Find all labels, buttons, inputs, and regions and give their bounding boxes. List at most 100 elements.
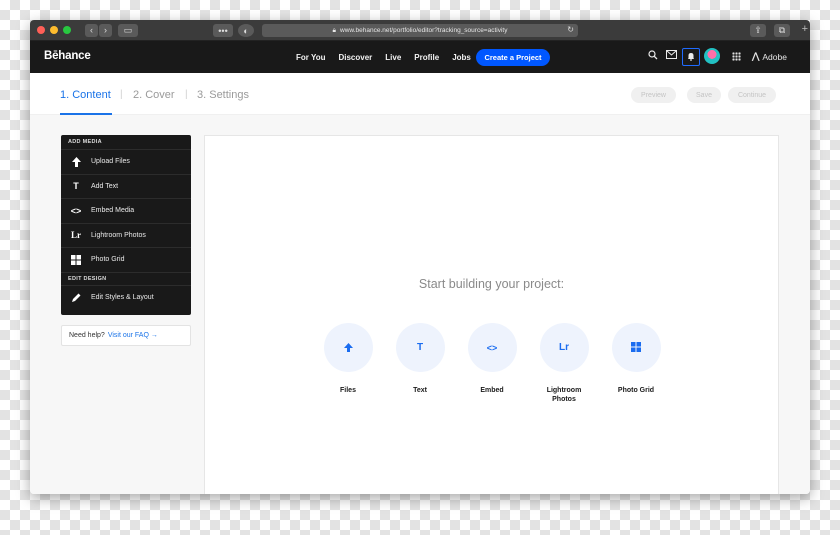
back-button[interactable]: ‹ bbox=[85, 23, 98, 37]
upload-arrow-icon bbox=[70, 156, 82, 168]
history-buttons: ‹ › bbox=[85, 23, 112, 37]
step-separator: | bbox=[185, 89, 188, 100]
grid-icon bbox=[70, 254, 82, 266]
sidebar-icon: ▭ bbox=[123, 24, 133, 35]
lightroom-icon: Lr bbox=[71, 230, 81, 241]
embed-option[interactable]: <> Embed bbox=[462, 323, 522, 395]
behance-logo[interactable]: Bēhance bbox=[44, 50, 91, 62]
text-option[interactable]: T Text bbox=[390, 323, 450, 395]
pencil-icon bbox=[70, 291, 82, 303]
edit-styles-label: Edit Styles & Layout bbox=[91, 293, 154, 301]
continue-button[interactable]: Continue bbox=[728, 87, 776, 103]
nav-item-jobs[interactable]: Jobs bbox=[452, 53, 471, 62]
chevron-left-icon: ‹ bbox=[90, 25, 93, 35]
reload-icon[interactable]: ↻ bbox=[567, 25, 574, 34]
photo-grid-option[interactable]: Photo Grid bbox=[606, 323, 666, 395]
embed-media-button[interactable]: <> Embed Media bbox=[61, 198, 191, 223]
chevron-right-icon: › bbox=[104, 25, 107, 35]
add-text-button[interactable]: T Add Text bbox=[61, 173, 191, 199]
editor-steps-bar: 1. Content | 2. Cover | 3. Settings Prev… bbox=[30, 73, 810, 115]
shield-icon: ◐ bbox=[243, 25, 249, 36]
plus-icon: + bbox=[801, 23, 808, 35]
faq-link[interactable]: Visit our FAQ → bbox=[108, 332, 158, 339]
step-content-tab[interactable]: 1. Content bbox=[60, 89, 111, 101]
site-header: Bēhance For You Discover Live Profile Jo… bbox=[30, 41, 810, 73]
main-nav: For You Discover Live Profile Jobs bbox=[296, 41, 471, 73]
edit-styles-button[interactable]: Edit Styles & Layout bbox=[61, 284, 191, 310]
preview-button[interactable]: Preview bbox=[631, 87, 676, 103]
edit-design-heading: EDIT DESIGN bbox=[61, 271, 191, 285]
add-media-heading: ADD MEDIA bbox=[68, 139, 102, 145]
close-window-button[interactable] bbox=[37, 26, 45, 34]
sidebar-toggle-button[interactable]: ▭ bbox=[118, 23, 138, 37]
browser-window: ‹ › ▭ ••• ◐ 🔒︎ www.behance.net/portfolio… bbox=[30, 20, 810, 494]
text-t-icon: T bbox=[416, 342, 424, 353]
tabs-overview-button[interactable]: ⧉ bbox=[774, 24, 790, 37]
step-settings-tab[interactable]: 3. Settings bbox=[197, 89, 249, 101]
lightroom-photos-button[interactable]: Lr Lightroom Photos bbox=[61, 222, 191, 248]
files-option-circle[interactable] bbox=[323, 323, 373, 372]
lightroom-option-label: Lightroom Photos bbox=[546, 387, 582, 403]
files-option[interactable]: Files bbox=[318, 323, 378, 395]
lightroom-icon: Lr bbox=[559, 342, 569, 353]
photo-grid-option-label: Photo Grid bbox=[617, 387, 655, 394]
forward-button[interactable]: › bbox=[99, 23, 112, 37]
upload-files-button[interactable]: Upload Files bbox=[61, 149, 191, 174]
code-brackets-icon: <> bbox=[70, 205, 82, 216]
upload-files-label: Upload Files bbox=[91, 158, 130, 166]
canvas-title: Start building your project: bbox=[418, 277, 565, 291]
photo-grid-button[interactable]: Photo Grid bbox=[61, 247, 191, 272]
lock-icon: 🔒︎ bbox=[332, 26, 336, 34]
photo-grid-label: Photo Grid bbox=[91, 256, 125, 264]
avatar[interactable] bbox=[704, 48, 720, 64]
help-text: Need help? bbox=[69, 332, 105, 339]
notifications-button[interactable] bbox=[682, 48, 700, 66]
nav-item-discover[interactable]: Discover bbox=[338, 53, 372, 62]
privacy-button[interactable]: ◐ bbox=[238, 24, 254, 37]
new-tab-button[interactable]: + bbox=[802, 23, 808, 35]
project-canvas: Start building your project: Files T Tex… bbox=[204, 135, 779, 494]
address-bar[interactable]: 🔒︎ www.behance.net/portfolio/editor?trac… bbox=[262, 24, 578, 37]
ellipsis-icon: ••• bbox=[218, 25, 228, 36]
step-cover-tab[interactable]: 2. Cover bbox=[133, 89, 175, 101]
lightroom-photos-label: Lightroom Photos bbox=[91, 231, 146, 239]
apps-grid-icon[interactable] bbox=[732, 52, 741, 61]
lightroom-option-circle[interactable]: Lr bbox=[539, 323, 589, 372]
search-icon[interactable] bbox=[648, 50, 658, 63]
embed-media-label: Embed Media bbox=[91, 207, 135, 215]
nav-item-profile[interactable]: Profile bbox=[414, 53, 439, 62]
bell-icon bbox=[687, 52, 695, 63]
share-button[interactable]: ⇪ bbox=[750, 24, 766, 37]
adobe-link[interactable]: ⋀ Adobe bbox=[752, 51, 787, 62]
window-controls bbox=[37, 26, 71, 34]
adobe-logo-icon: ⋀ bbox=[752, 51, 760, 61]
minimize-window-button[interactable] bbox=[50, 26, 58, 34]
tabs-icon: ⧉ bbox=[778, 25, 786, 35]
zoom-window-button[interactable] bbox=[63, 26, 71, 34]
help-box: Need help? Visit our FAQ → bbox=[61, 325, 191, 346]
text-option-circle[interactable]: T bbox=[395, 323, 445, 372]
upload-arrow-icon bbox=[343, 339, 353, 357]
files-option-label: Files bbox=[340, 387, 356, 394]
add-media-panel: ADD MEDIA Upload Files T Add Text <> Emb… bbox=[61, 135, 191, 315]
share-icon: ⇪ bbox=[754, 25, 762, 35]
browser-toolbar: ‹ › ▭ ••• ◐ 🔒︎ www.behance.net/portfolio… bbox=[30, 20, 810, 41]
embed-option-label: Embed bbox=[480, 387, 504, 394]
embed-option-circle[interactable]: <> bbox=[467, 323, 517, 372]
extensions-button[interactable]: ••• bbox=[213, 24, 233, 37]
step-separator: | bbox=[120, 89, 123, 100]
text-option-label: Text bbox=[413, 387, 427, 394]
text-t-icon: T bbox=[73, 181, 79, 192]
add-text-label: Add Text bbox=[91, 182, 119, 190]
code-brackets-icon: <> bbox=[486, 342, 498, 353]
grid-icon bbox=[631, 339, 641, 357]
save-button[interactable]: Save bbox=[687, 87, 721, 103]
create-project-button[interactable]: Create a Project bbox=[476, 49, 550, 66]
nav-item-live[interactable]: Live bbox=[385, 53, 401, 62]
lightroom-option[interactable]: Lr Lightroom Photos bbox=[534, 323, 594, 404]
mail-icon[interactable] bbox=[666, 50, 677, 62]
editor-content: ADD MEDIA Upload Files T Add Text <> Emb… bbox=[30, 115, 810, 494]
url-text: www.behance.net/portfolio/editor?trackin… bbox=[340, 27, 508, 34]
nav-item-for-you[interactable]: For You bbox=[296, 53, 325, 62]
photo-grid-option-circle[interactable] bbox=[611, 323, 661, 372]
